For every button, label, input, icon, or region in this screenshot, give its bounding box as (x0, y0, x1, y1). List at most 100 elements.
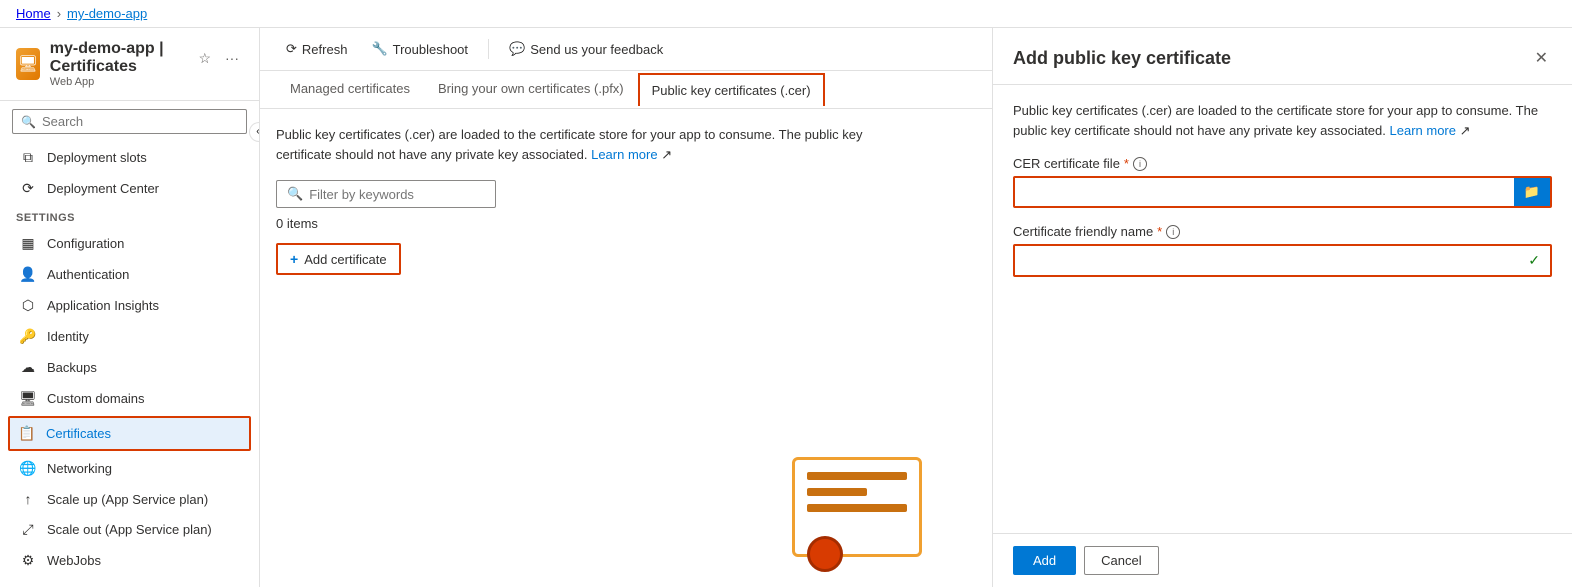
webjobs-icon: ⚙ (19, 552, 37, 569)
cer-file-input[interactable]: "mycertificate.cer" (1015, 179, 1514, 206)
cer-file-label: CER certificate file * i (1013, 156, 1552, 171)
sidebar-item-application-insights[interactable]: ⬡ Application Insights (0, 290, 259, 321)
sidebar-item-webjobs[interactable]: ⚙ WebJobs (0, 545, 259, 576)
identity-icon: 🔑 (19, 328, 37, 345)
cer-file-info-icon[interactable]: i (1133, 157, 1147, 171)
friendly-name-input-wrap: Contoso ✓ (1013, 244, 1552, 277)
custom-domains-icon: 🖥 (19, 390, 37, 407)
check-icon: ✓ (1518, 246, 1550, 275)
tab-managed[interactable]: Managed certificates (276, 71, 424, 108)
cert-line-2 (807, 488, 867, 496)
breadcrumb-separator: › (57, 6, 61, 21)
filter-input[interactable] (309, 187, 485, 202)
add-certificate-button[interactable]: + Add certificate (276, 243, 401, 275)
search-box: 🔍 (12, 109, 247, 134)
sidebar-item-label: Deployment slots (47, 150, 147, 165)
refresh-label: Refresh (302, 42, 348, 57)
refresh-button[interactable]: ⟳ Refresh (276, 36, 357, 62)
breadcrumb-app[interactable]: my-demo-app (67, 6, 147, 21)
sidebar-item-label: Configuration (47, 236, 124, 251)
scale-up-icon: ↑ (19, 491, 37, 507)
feedback-button[interactable]: 💬 Send us your feedback (499, 36, 673, 62)
sidebar-item-identity[interactable]: 🔑 Identity (0, 321, 259, 352)
cert-seal (807, 536, 843, 572)
content-area: ⟳ Refresh 🔧 Troubleshoot 💬 Send us your … (260, 28, 992, 587)
sidebar-item-label: Custom domains (47, 391, 145, 406)
folder-icon: 📁 (1524, 184, 1540, 200)
cert-line-1 (807, 472, 907, 480)
sidebar-item-authentication[interactable]: 👤 Authentication (0, 259, 259, 290)
friendly-name-info-icon[interactable]: i (1166, 225, 1180, 239)
networking-icon: 🌐 (19, 460, 37, 477)
authentication-icon: 👤 (19, 266, 37, 283)
backups-icon: ☁ (19, 359, 37, 376)
sidebar-item-label: WebJobs (47, 553, 101, 568)
sidebar-item-scale-out[interactable]: ⤢ Scale out (App Service plan) (0, 514, 259, 545)
sidebar-item-configuration[interactable]: ▦ Configuration (0, 228, 259, 259)
breadcrumb-home[interactable]: Home (16, 6, 51, 21)
file-browse-button[interactable]: 📁 (1514, 178, 1550, 206)
cer-file-input-wrap: "mycertificate.cer" 📁 (1013, 176, 1552, 208)
troubleshoot-button[interactable]: 🔧 Troubleshoot (361, 36, 478, 62)
sidebar-item-label: Backups (47, 360, 97, 375)
panel-learn-more-link[interactable]: Learn more (1390, 123, 1456, 138)
required-indicator: * (1124, 156, 1129, 171)
tab-cer[interactable]: Public key certificates (.cer) (638, 73, 825, 106)
sidebar-item-label: Identity (47, 329, 89, 344)
tabs-row: Managed certificates Bring your own cert… (260, 71, 992, 109)
sidebar-item-label: Authentication (47, 267, 129, 282)
sidebar-item-backups[interactable]: ☁ Backups (0, 352, 259, 383)
panel-footer: Add Cancel (993, 533, 1572, 587)
content-body: Public key certificates (.cer) are loade… (260, 109, 992, 587)
filter-icon: 🔍 (287, 186, 303, 202)
feedback-label: Send us your feedback (530, 42, 663, 57)
troubleshoot-label: Troubleshoot (393, 42, 468, 57)
configuration-icon: ▦ (19, 235, 37, 252)
deployment-center-icon: ⟳ (19, 180, 37, 197)
close-panel-button[interactable]: ✕ (1531, 44, 1552, 72)
tab-pfx[interactable]: Bring your own certificates (.pfx) (424, 71, 638, 108)
friendly-name-group: Certificate friendly name * i Contoso ✓ (1013, 224, 1552, 277)
toolbar-separator (488, 39, 489, 59)
feedback-icon: 💬 (509, 41, 525, 57)
scale-out-icon: ⤢ (19, 521, 37, 538)
required-indicator-2: * (1157, 224, 1162, 239)
panel-body: Public key certificates (.cer) are loade… (993, 85, 1572, 533)
sidebar-item-networking[interactable]: 🌐 Networking (0, 453, 259, 484)
sidebar-item-scale-up[interactable]: ↑ Scale up (App Service plan) (0, 484, 259, 514)
sidebar: 🖥 my-demo-app | Certificates ☆ ··· Web A… (0, 28, 260, 587)
add-certificate-label: Add certificate (304, 252, 386, 267)
collapse-sidebar-button[interactable]: « (249, 122, 260, 142)
sidebar-item-deployment-center[interactable]: ⟳ Deployment Center (0, 173, 259, 204)
sidebar-item-label: Certificates (46, 426, 111, 441)
panel-description: Public key certificates (.cer) are loade… (1013, 101, 1552, 140)
sidebar-item-label: Application Insights (47, 298, 159, 313)
sidebar-item-label: Deployment Center (47, 181, 159, 196)
refresh-icon: ⟳ (286, 41, 297, 57)
friendly-name-input[interactable]: Contoso (1015, 247, 1518, 274)
deployment-slots-icon: ⧉ (19, 149, 37, 166)
search-icon: 🔍 (21, 115, 36, 129)
certificate-illustration (792, 457, 932, 587)
certificates-icon: 📋 (18, 425, 36, 442)
application-insights-icon: ⬡ (19, 297, 37, 314)
sidebar-item-custom-domains[interactable]: 🖥 Custom domains (0, 383, 259, 414)
panel-header: Add public key certificate ✕ (993, 28, 1572, 85)
sidebar-item-certificates[interactable]: 📋 Certificates (10, 418, 249, 449)
toolbar: ⟳ Refresh 🔧 Troubleshoot 💬 Send us your … (260, 28, 992, 71)
app-icon: 🖥 (16, 48, 40, 80)
content-description: Public key certificates (.cer) are loade… (276, 125, 916, 164)
friendly-name-label: Certificate friendly name * i (1013, 224, 1552, 239)
cancel-button[interactable]: Cancel (1084, 546, 1158, 575)
search-input[interactable] (42, 114, 238, 129)
sidebar-item-deployment-slots[interactable]: ⧉ Deployment slots (0, 142, 259, 173)
sidebar-item-label: Networking (47, 461, 112, 476)
plus-icon: + (290, 251, 298, 267)
add-button[interactable]: Add (1013, 546, 1076, 575)
certificates-highlight-box: 📋 Certificates (8, 416, 251, 451)
favorite-button[interactable]: ☆ (194, 48, 215, 69)
filter-box: 🔍 (276, 180, 496, 208)
more-options-button[interactable]: ··· (221, 48, 243, 68)
learn-more-link[interactable]: Learn more (591, 147, 657, 162)
side-panel: Add public key certificate ✕ Public key … (992, 28, 1572, 587)
